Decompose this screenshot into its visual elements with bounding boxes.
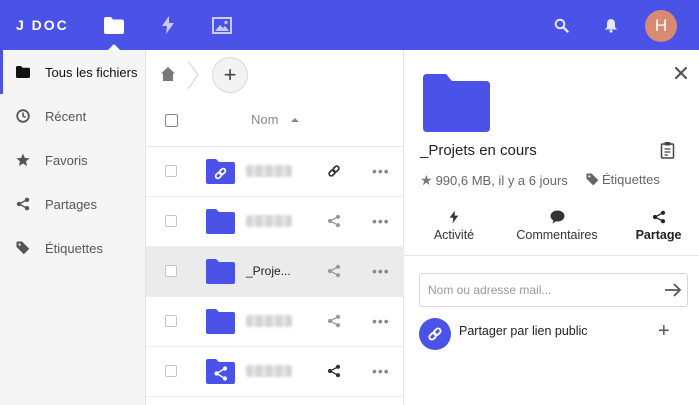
close-icon[interactable] <box>674 66 688 80</box>
sidebar-item-label: Favoris <box>45 152 88 168</box>
link-icon[interactable] <box>326 163 342 179</box>
notifications-bell-icon[interactable] <box>599 13 623 37</box>
files-app-icon[interactable] <box>102 13 126 37</box>
row-checkbox[interactable] <box>165 365 177 377</box>
sidebar-item-label: Étiquettes <box>45 240 103 256</box>
activity-app-icon[interactable] <box>156 13 180 37</box>
sidebar-item-label: Tous les fichiers <box>45 64 138 80</box>
share-recipient-input[interactable] <box>420 274 650 306</box>
sidebar-item-all-files[interactable]: Tous les fichiers <box>0 50 146 94</box>
sort-ascending-icon[interactable] <box>291 118 299 122</box>
tags-label: Étiquettes <box>602 172 660 187</box>
sidebar-item-label: Récent <box>45 108 87 124</box>
tag-icon <box>586 173 599 186</box>
add-new-button[interactable]: + <box>212 57 248 93</box>
more-actions-button[interactable]: ••• <box>372 364 390 378</box>
column-header-name[interactable]: Nom <box>251 112 278 127</box>
clock-icon <box>16 109 30 123</box>
user-avatar[interactable]: H <box>645 10 677 42</box>
details-meta: ★ 990,6 MB, il y a 6 jours <box>420 172 568 189</box>
link-shared-folder-icon <box>206 159 235 184</box>
table-row[interactable]: ••• <box>146 347 404 397</box>
top-bar: J DOC H <box>0 0 699 50</box>
blurred-file-name[interactable] <box>246 315 292 327</box>
tab-sharing[interactable]: Partage <box>618 210 699 256</box>
share-icon[interactable] <box>326 313 342 329</box>
search-icon[interactable] <box>549 13 573 37</box>
details-panel: _Projets en cours ★ 990,6 MB, il y a 6 j… <box>404 50 699 405</box>
more-actions-button[interactable]: ••• <box>372 264 390 278</box>
folder-preview-icon <box>423 74 490 132</box>
details-title: _Projets en cours <box>420 142 537 159</box>
sidebar-item-recent[interactable]: Récent <box>0 94 146 138</box>
shared-folder-icon <box>206 359 235 384</box>
table-row[interactable]: _Proje... ••• <box>146 247 404 297</box>
sidebar-item-favorites[interactable]: Favoris <box>0 138 146 182</box>
folder-icon <box>16 65 30 79</box>
file-name[interactable]: _Proje... <box>246 264 291 278</box>
add-public-link-button[interactable]: + <box>658 320 670 343</box>
blurred-file-name[interactable] <box>246 365 292 377</box>
app-logo[interactable]: J DOC <box>16 17 69 33</box>
tag-icon <box>16 241 30 255</box>
tab-activity[interactable]: Activité <box>418 210 490 256</box>
blurred-file-name[interactable] <box>246 215 292 227</box>
tab-label: Activité <box>433 228 475 242</box>
public-link-icon <box>419 318 451 350</box>
gallery-app-icon[interactable] <box>210 13 234 37</box>
sidebar: Tous les fichiers Récent Favoris Partage… <box>0 50 146 405</box>
arrow-right-icon[interactable] <box>664 283 682 297</box>
table-row[interactable]: ••• <box>146 297 404 347</box>
home-icon[interactable] <box>160 66 176 87</box>
table-row[interactable]: ••• <box>146 147 404 197</box>
public-link-label: Partager par lien public <box>459 324 588 338</box>
folder-icon <box>206 209 235 234</box>
folder-icon <box>206 309 235 334</box>
more-actions-button[interactable]: ••• <box>372 164 390 178</box>
share-icon[interactable] <box>326 213 342 229</box>
breadcrumb-separator <box>186 60 200 90</box>
row-checkbox[interactable] <box>165 165 177 177</box>
tab-label: Partage <box>635 228 682 242</box>
folder-icon <box>206 259 235 284</box>
share-icon <box>618 210 699 226</box>
select-all-checkbox[interactable] <box>165 114 178 127</box>
favorite-star-icon[interactable]: ★ <box>420 172 433 189</box>
more-actions-button[interactable]: ••• <box>372 214 390 228</box>
tags-button[interactable]: Étiquettes <box>586 172 660 187</box>
row-checkbox[interactable] <box>165 215 177 227</box>
size-and-date: 990,6 MB, il y a 6 jours <box>435 173 568 188</box>
tabs-divider <box>404 255 699 256</box>
tab-label: Commentaires <box>516 228 598 242</box>
comment-icon <box>508 210 606 226</box>
sidebar-item-tags[interactable]: Étiquettes <box>0 226 146 270</box>
blurred-file-name[interactable] <box>246 165 292 177</box>
table-row[interactable]: ••• <box>146 197 404 247</box>
star-icon <box>16 153 30 167</box>
sidebar-item-label: Partages <box>45 196 98 212</box>
more-actions-button[interactable]: ••• <box>372 314 390 328</box>
share-icon[interactable] <box>326 363 342 379</box>
sidebar-item-shares[interactable]: Partages <box>0 182 146 226</box>
row-checkbox[interactable] <box>165 265 177 277</box>
activity-icon <box>418 210 490 226</box>
file-list: + Nom ••• ••• _Proje... ••• ••• ••• <box>146 50 404 405</box>
share-icon <box>16 197 30 211</box>
row-checkbox[interactable] <box>165 315 177 327</box>
clipboard-icon[interactable] <box>660 141 676 159</box>
tab-comments[interactable]: Commentaires <box>508 210 606 256</box>
share-icon[interactable] <box>326 263 342 279</box>
share-search-field <box>419 273 688 307</box>
